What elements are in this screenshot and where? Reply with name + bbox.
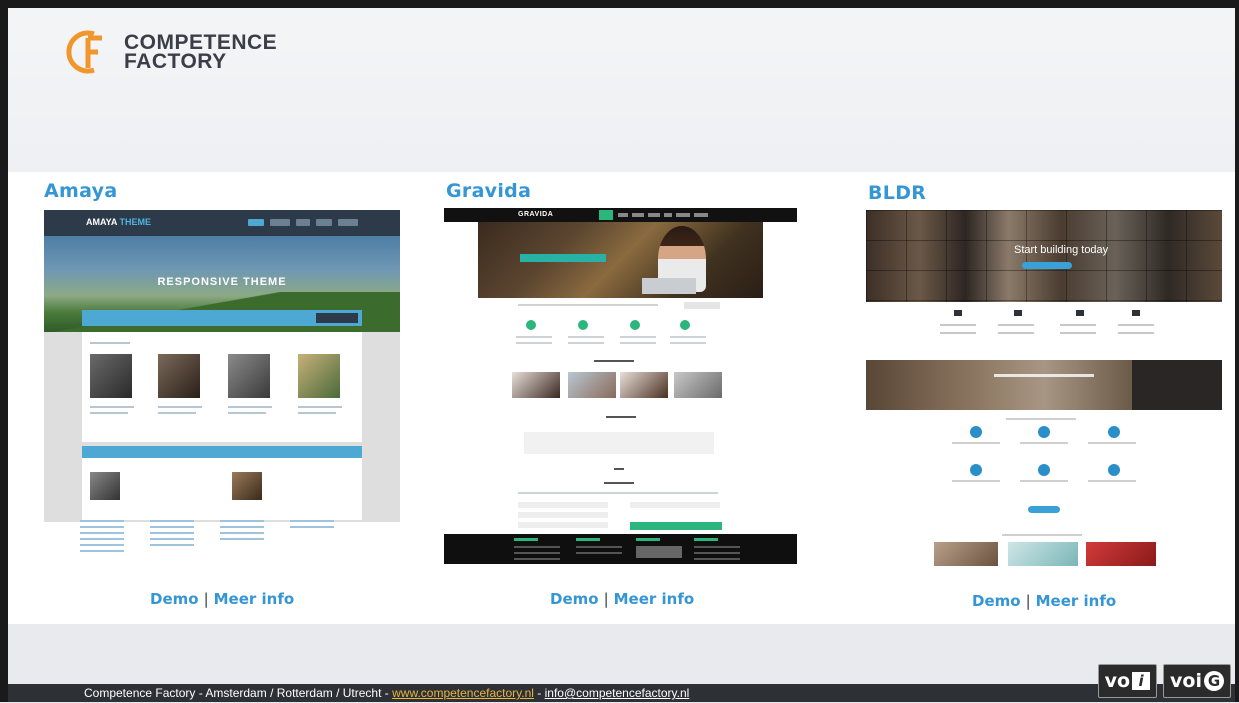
bldr-preview-image[interactable]: Start building today <box>866 210 1222 522</box>
amaya-demo-link[interactable]: Demo <box>150 590 199 608</box>
logo-wordmark: COMPETENCE FACTORY <box>124 32 277 73</box>
voi-garantie-icon: G <box>1204 671 1224 691</box>
gravida-meer-info-link[interactable]: Meer info <box>614 590 695 608</box>
voi-badge: vo i <box>1097 664 1158 698</box>
amaya-preview-brand: AMAYA THEME <box>86 217 152 227</box>
window-border-right <box>1235 0 1239 702</box>
gravida-preview-hero <box>478 222 763 298</box>
logo-cf-icon <box>64 28 112 76</box>
footer-website-link[interactable]: www.competencefactory.nl <box>392 686 534 700</box>
footer-company: Competence Factory - Amsterdam / Rotterd… <box>84 686 393 700</box>
gravida-preview-navbar: GRAVIDA <box>444 208 797 222</box>
footer-dash: - <box>533 686 545 700</box>
bldr-preview-bottom-strip <box>930 534 1156 566</box>
amaya-meer-info-link[interactable]: Meer info <box>214 590 295 608</box>
footer-text: Competence Factory - Amsterdam / Rotterd… <box>84 684 689 702</box>
gravida-links: Demo | Meer info <box>550 590 694 608</box>
theme-title-gravida: Gravida <box>446 180 532 202</box>
bldr-preview-hero-text: Start building today <box>1014 244 1109 256</box>
amaya-preview-navbar: AMAYA THEME <box>44 210 400 236</box>
voi-garantie-badge: voi G <box>1163 664 1231 698</box>
bldr-meer-info-link[interactable]: Meer info <box>1036 592 1117 610</box>
window-border-top <box>0 0 1239 8</box>
logo-line2: FACTORY <box>124 50 227 73</box>
window-border-left <box>0 0 8 702</box>
amaya-links: Demo | Meer info <box>150 590 294 608</box>
gravida-link-separator: | <box>603 590 609 608</box>
gravida-preview-image[interactable]: GRAVIDA <box>444 208 797 564</box>
theme-title-amaya: Amaya <box>44 180 118 202</box>
bldr-demo-link[interactable]: Demo <box>972 592 1021 610</box>
theme-title-bldr: BLDR <box>868 182 927 204</box>
footer-email-link[interactable]: info@competencefactory.nl <box>545 686 690 700</box>
gravida-demo-link[interactable]: Demo <box>550 590 599 608</box>
voi-badges: vo i voi G <box>1097 664 1231 698</box>
amaya-link-separator: | <box>203 590 209 608</box>
bldr-links: Demo | Meer info <box>972 592 1116 610</box>
amaya-preview-footer <box>80 520 350 570</box>
amaya-preview-image[interactable]: AMAYA THEME RESPONSIVE THEME <box>44 210 400 522</box>
bldr-link-separator: | <box>1025 592 1031 610</box>
amaya-preview-hero-title: RESPONSIVE THEME <box>157 276 287 288</box>
bldr-preview-band <box>866 360 1222 410</box>
voi-info-icon: i <box>1132 672 1151 690</box>
competence-factory-logo: COMPETENCE FACTORY <box>64 28 277 76</box>
bldr-preview-hero: Start building today <box>866 210 1222 302</box>
gravida-preview-footer <box>444 534 797 564</box>
